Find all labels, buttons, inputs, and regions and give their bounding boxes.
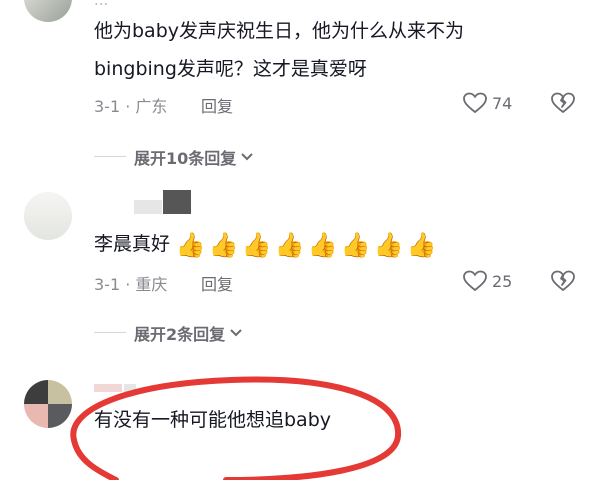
like-count: 25 <box>492 271 513 291</box>
like-count: 74 <box>492 93 513 113</box>
thumbs-up-emoji: 👍 <box>241 230 272 259</box>
thumbs-up-emoji: 👍 <box>175 230 206 259</box>
like-button[interactable]: 25 <box>462 269 512 293</box>
broken-heart-icon <box>550 91 576 115</box>
avatar[interactable] <box>24 0 72 22</box>
broken-heart-icon <box>550 269 576 293</box>
like-button[interactable]: 74 <box>462 91 512 115</box>
chevron-down-icon <box>228 326 244 340</box>
avatar[interactable] <box>24 192 72 240</box>
divider <box>94 332 126 333</box>
thumbs-up-emoji: 👍 <box>208 230 239 259</box>
chevron-down-icon <box>239 150 255 164</box>
heart-icon <box>462 91 488 115</box>
highlight-circle-annotation <box>70 376 402 480</box>
emoji-row: 👍 👍 👍 👍 👍 👍 👍 👍 <box>174 231 438 259</box>
thumbs-up-emoji: 👍 <box>307 230 338 259</box>
dislike-button[interactable] <box>550 91 576 115</box>
expand-replies-button[interactable]: 展开10条回复 <box>134 145 255 169</box>
comment-text-line-1: 他为baby发声庆祝生日，他为什么从来不为 <box>94 20 465 42</box>
reply-button[interactable]: 回复 <box>201 93 233 117</box>
expand-replies-label: 展开10条回复 <box>134 149 237 168</box>
expand-replies-button[interactable]: 展开2条回复 <box>134 321 244 345</box>
username[interactable]: ... <box>94 0 108 9</box>
thumbs-up-emoji: 👍 <box>340 230 371 259</box>
comment-date-location: 3-1 · 广东 <box>94 97 168 116</box>
heart-icon <box>462 269 488 293</box>
dislike-button[interactable] <box>550 269 576 293</box>
thumbs-up-emoji: 👍 <box>406 230 437 259</box>
username-redacted <box>134 200 162 214</box>
comment-text: 李晨真好 <box>94 233 171 255</box>
comment-text-row: 李晨真好 👍 👍 👍 👍 👍 👍 👍 👍 <box>94 226 438 263</box>
thumbs-up-emoji: 👍 <box>373 230 404 259</box>
divider <box>94 156 126 157</box>
username-redacted <box>163 190 191 214</box>
comment-date-location: 3-1 · 重庆 <box>94 275 168 294</box>
expand-replies-label: 展开2条回复 <box>134 325 226 344</box>
comment-text-line-2: bingbing发声呢？这才是真爱呀 <box>94 58 367 80</box>
reply-button[interactable]: 回复 <box>201 271 233 295</box>
thumbs-up-emoji: 👍 <box>274 230 305 259</box>
